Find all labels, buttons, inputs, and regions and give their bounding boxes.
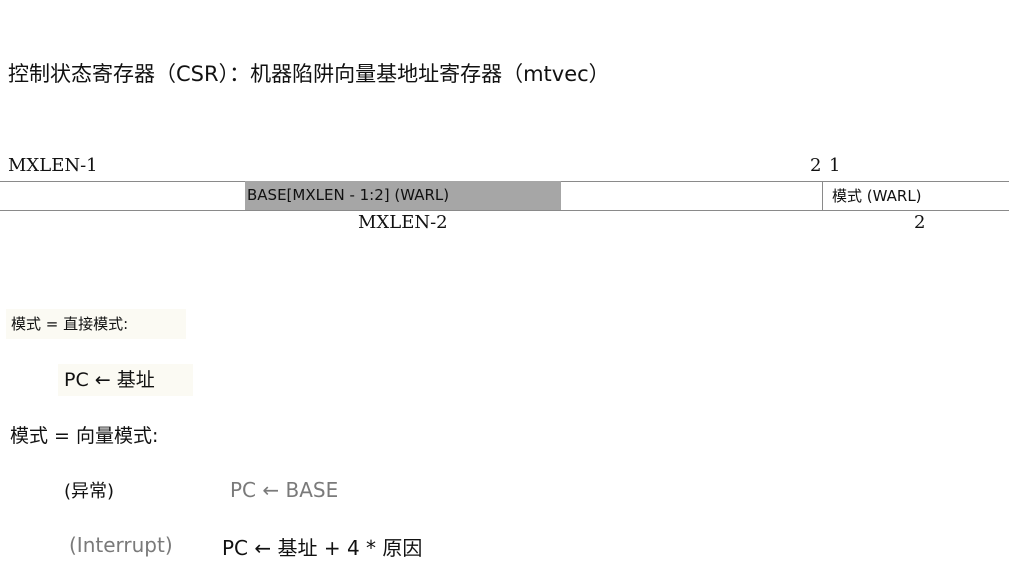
base-field: BASE[MXLEN - 1:2] (WARL) [245,181,561,210]
direct-mode-formula: PC ← 基址 [58,364,193,396]
mode-width-label: 2 [914,212,926,233]
interrupt-formula: PC ← 基址 + 4 * 原因 [222,536,423,560]
exception-formula: PC ← BASE [230,478,339,502]
field-separator [822,181,823,211]
direct-mode-heading: 模式 = 直接模式: [6,309,186,339]
vectored-mode-heading: 模式 = 向量模式: [10,425,159,447]
bit-label-high: MXLEN-1 [8,155,98,176]
page-title: 控制状态寄存器（CSR）：机器陷阱向量基地址寄存器（mtvec） [8,62,610,86]
register-bottom-border [0,210,1009,211]
base-width-label: MXLEN-2 [358,212,448,233]
bit-label-2: 2 [810,155,822,176]
interrupt-label: (Interrupt) [69,533,173,557]
exception-label: (异常) [64,481,115,502]
bit-label-1: 1 [829,155,841,176]
mode-field: 模式 (WARL) [832,187,922,205]
